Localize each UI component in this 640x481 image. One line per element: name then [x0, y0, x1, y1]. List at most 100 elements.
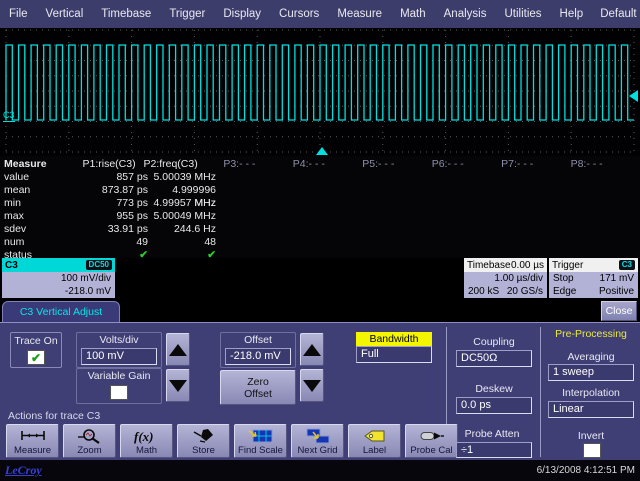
offset-up-button[interactable]: [300, 333, 324, 366]
lecroy-logo: LeCroy: [5, 463, 42, 478]
averaging-field[interactable]: 1 sweep: [548, 364, 634, 381]
measure-button[interactable]: Measure: [6, 424, 59, 458]
column-header-p2[interactable]: P2:freq(C3): [136, 158, 198, 171]
deskew-label: Deskew: [452, 383, 536, 395]
p1-value: 873.87 ps: [70, 184, 148, 197]
tool-button-label: Probe Cal: [410, 446, 452, 456]
coupling-label: Coupling: [452, 336, 536, 348]
down-arrow-icon: [169, 380, 187, 392]
column-header-p5[interactable]: P5:- - -: [362, 158, 431, 171]
p2-value: 4.99957 MHz: [148, 197, 216, 210]
c3-volts-per-div: 100 mV/div: [61, 272, 111, 285]
scope-grid: [0, 28, 640, 156]
column-header-p7[interactable]: P7:- - -: [501, 158, 570, 171]
volts-div-group: Volts/div 100 mV: [76, 332, 162, 368]
down-arrow-icon: [303, 380, 321, 392]
c3-offset-value: -218.0 mV: [65, 285, 111, 298]
tab-c3-vertical-adjust[interactable]: C3 Vertical Adjust: [2, 301, 120, 322]
tool-button-label: Math: [136, 446, 157, 456]
menu-item-utilities[interactable]: Utilities: [495, 0, 550, 28]
p1-value: 773 ps: [70, 197, 148, 210]
close-button[interactable]: Close: [601, 301, 637, 321]
probe-cal-icon: [418, 427, 446, 444]
trace-on-checkbox[interactable]: ✔: [27, 350, 45, 365]
measure-row-num: num4948: [0, 236, 640, 249]
bandwidth-label: Bandwidth: [356, 332, 432, 346]
actions-for-trace-label: Actions for trace C3: [8, 410, 100, 422]
column-header-p8[interactable]: P8:- - -: [571, 158, 640, 171]
timebase-descriptor-box[interactable]: Timebase 0.00 µs 1.00 µs/div 200 kS 20 G…: [464, 258, 547, 298]
trigger-mode: Stop: [553, 272, 574, 285]
menu-bar: FileVerticalTimebaseTriggerDisplayCursor…: [0, 0, 640, 28]
waveform-display[interactable]: C3: [0, 28, 640, 156]
menu-item-trigger[interactable]: Trigger: [160, 0, 214, 28]
averaging-label: Averaging: [544, 351, 638, 363]
measure-icon: [19, 427, 47, 444]
column-header-p3[interactable]: P3:- - -: [223, 158, 292, 171]
p1-value: 857 ps: [70, 171, 148, 184]
column-header-p6[interactable]: P6:- - -: [432, 158, 501, 171]
c3-descriptor-box[interactable]: C3 DC50 100 mV/div -218.0 mV: [2, 258, 115, 298]
volts-down-button[interactable]: [166, 369, 190, 402]
offset-down-button[interactable]: [300, 369, 324, 402]
menu-item-analysis[interactable]: Analysis: [435, 0, 496, 28]
offset-field[interactable]: -218.0 mV: [225, 348, 291, 365]
row-label: num: [0, 236, 70, 249]
menu-item-vertical[interactable]: Vertical: [37, 0, 93, 28]
trigger-time-marker-icon[interactable]: [316, 147, 328, 155]
trigger-title: Trigger: [552, 260, 583, 271]
trigger-slope: Positive: [599, 285, 634, 298]
trigger-descriptor-box[interactable]: Trigger C3 Stop 171 mV Edge Positive: [549, 258, 638, 298]
timebase-scale: 1.00 µs/div: [494, 272, 543, 285]
up-arrow-icon: [169, 344, 187, 356]
tool-button-label: Label: [363, 446, 386, 456]
tool-button-label: Store: [192, 446, 215, 456]
interpolation-field[interactable]: Linear: [548, 401, 634, 418]
deskew-field[interactable]: 0.0 ps: [456, 397, 532, 414]
spacer: [198, 158, 224, 171]
invert-checkbox[interactable]: [583, 443, 601, 458]
column-header-p1[interactable]: P1:rise(C3): [64, 158, 135, 171]
column-header-p4[interactable]: P4:- - -: [293, 158, 362, 171]
dialog-tab-bar: C3 Vertical Adjust Close: [0, 300, 640, 322]
math-button[interactable]: f(x)Math: [120, 424, 173, 458]
default-setup-button[interactable]: Default: [592, 8, 640, 20]
tool-button-label: Measure: [14, 446, 51, 456]
volts-up-button[interactable]: [166, 333, 190, 366]
checkmark-icon: ✔: [31, 352, 41, 364]
c3-descriptor-title: C3: [5, 260, 18, 271]
divider: [540, 327, 541, 457]
p2-value: 48: [148, 236, 216, 249]
zoom-button[interactable]: Zoom: [63, 424, 116, 458]
measure-row-mean: mean873.87 ps4.999996 MHz: [0, 184, 640, 197]
offset-group: Offset -218.0 mV: [220, 332, 296, 368]
label-button[interactable]: Label: [348, 424, 401, 458]
menu-item-measure[interactable]: Measure: [328, 0, 391, 28]
store-button[interactable]: Store: [177, 424, 230, 458]
p2-value: 5.00039 MHz: [148, 171, 216, 184]
menu-item-display[interactable]: Display: [214, 0, 270, 28]
zero-offset-button[interactable]: Zero Offset: [220, 370, 296, 405]
find-scale-icon: [247, 427, 275, 444]
next-grid-button[interactable]: Next Grid: [291, 424, 344, 458]
menu-item-math[interactable]: Math: [391, 0, 435, 28]
find-scale-button[interactable]: Find Scale: [234, 424, 287, 458]
menu-item-timebase[interactable]: Timebase: [92, 0, 160, 28]
trigger-level-marker-icon[interactable]: [629, 90, 638, 102]
menu-item-file[interactable]: File: [0, 0, 37, 28]
row-label: sdev: [0, 223, 70, 236]
channel-zero-marker[interactable]: C3: [3, 110, 15, 122]
vertical-adjust-dialog: Trace On ✔ Volts/div 100 mV Variable Gai…: [0, 322, 640, 460]
dialog-toolbar: Measure Zoomf(x)Math Store Find ScaleNext G…: [6, 424, 458, 458]
row-label: value: [0, 171, 70, 184]
volts-div-field[interactable]: 100 mV: [81, 348, 157, 365]
variable-gain-checkbox[interactable]: [110, 385, 128, 400]
bandwidth-field[interactable]: Full: [356, 346, 432, 363]
menu-item-help[interactable]: Help: [551, 0, 593, 28]
menu-item-cursors[interactable]: Cursors: [270, 0, 328, 28]
p2-value: 4.999996 MHz: [148, 184, 216, 197]
coupling-field[interactable]: DC50Ω: [456, 350, 532, 367]
probe-atten-field[interactable]: ÷1: [456, 442, 532, 458]
trigger-type: Edge: [553, 285, 576, 298]
preprocessing-title: Pre-Processing: [544, 328, 638, 340]
